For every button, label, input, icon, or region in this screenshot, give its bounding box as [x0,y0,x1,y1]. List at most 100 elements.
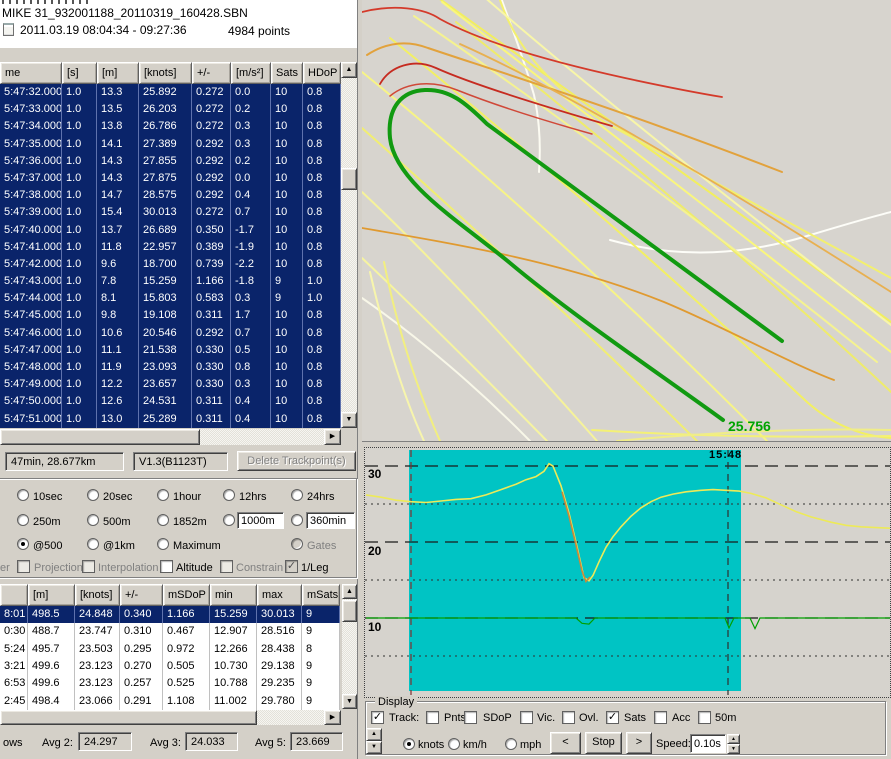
table-row[interactable]: 5:47:49.0001.012.223.6570.3300.3100.8 [0,376,341,393]
table-row[interactable]: 5:47:50.0001.012.624.5310.3110.4100.8 [0,393,341,410]
col-header-ms2[interactable]: [m/s²] [231,62,271,84]
runs-col-knots[interactable]: [knots] [75,584,120,606]
radio-gates[interactable] [291,538,303,550]
radio-1852m-label[interactable]: 1852m [173,516,207,528]
col-header-plusminus[interactable]: +/- [192,62,231,84]
radio-250m-label[interactable]: 250m [33,516,61,528]
table-row[interactable]: 5:47:45.0001.09.819.1080.3111.7100.8 [0,307,341,324]
mph-radio[interactable] [505,738,517,750]
radio-20sec-label[interactable]: 20sec [103,491,132,503]
runs-horizontal-scrollbar-thumb[interactable] [0,710,257,725]
radio-maximum-label[interactable]: Maximum [173,540,221,552]
knots-radio-label[interactable]: knots [418,739,444,751]
interpolation-checkbox[interactable] [82,560,95,573]
table-row[interactable]: 3:21499.623.1230.2700.50510.73029.1389 [0,658,340,675]
vic-checkbox-label[interactable]: Vic. [537,712,555,724]
table-row[interactable]: 5:47:38.0001.014.728.5750.2920.4100.8 [0,187,341,204]
track-map[interactable]: 25.756 [362,0,891,441]
radio-10sec-label[interactable]: 10sec [33,491,62,503]
sdop-checkbox-label[interactable]: SDoP [483,712,512,724]
radio-1hour-label[interactable]: 1hour [173,491,201,503]
table-row[interactable]: 5:47:46.0001.010.620.5460.2920.7100.8 [0,325,341,342]
custom-distance-input[interactable] [237,512,284,529]
kmh-radio-label[interactable]: km/h [463,739,487,751]
custom-time-input[interactable] [306,512,355,529]
scroll-right-button[interactable]: ▶ [324,429,341,445]
pnts-checkbox[interactable] [426,711,439,724]
col-header-time[interactable]: me [0,62,62,84]
table-row[interactable]: 5:47:44.0001.08.115.8030.5830.391.0 [0,290,341,307]
table-row[interactable]: 5:47:32.0001.013.325.8920.2720.0100.8 [0,84,341,101]
constrain-label[interactable]: Constrain [236,562,283,574]
kmh-radio[interactable] [448,738,460,750]
ovl-checkbox[interactable] [562,711,575,724]
fiftym-checkbox-label[interactable]: 50m [715,712,736,724]
table-row[interactable]: 5:47:34.0001.013.826.7860.2720.3100.8 [0,118,341,135]
col-header-m[interactable]: [m] [97,62,139,84]
runs-col-time[interactable] [0,584,28,606]
vertical-scrollbar-track[interactable] [341,78,357,412]
radio-250m[interactable] [17,514,29,526]
table-row[interactable]: 8:01498.524.8480.3401.16615.25930.0139 [0,606,340,623]
col-header-knots[interactable]: [knots] [139,62,192,84]
table-row[interactable]: 5:47:36.0001.014.327.8550.2920.2100.8 [0,153,341,170]
table-row[interactable]: 5:47:51.0001.013.025.2890.3110.4100.8 [0,411,341,428]
table-row[interactable]: 6:53499.623.1230.2570.52510.78829.2359 [0,675,340,692]
runs-col-min[interactable]: min [210,584,257,606]
runs-col-max[interactable]: max [257,584,302,606]
radio-custom-time[interactable] [291,514,303,526]
runs-scroll-up-button[interactable]: ▲ [342,584,357,599]
table-row[interactable]: 5:47:35.0001.014.127.3890.2920.3100.8 [0,136,341,153]
radio-at500-label[interactable]: @500 [33,540,63,552]
radio-1852m[interactable] [157,514,169,526]
table-row[interactable]: 5:47:40.0001.013.726.6890.350-1.7100.8 [0,222,341,239]
table-row[interactable]: 2:45498.423.0660.2911.10811.00229.7809 [0,693,340,710]
one-per-leg-label[interactable]: 1/Leg [301,562,329,574]
sats-checkbox-label[interactable]: Sats [624,712,646,724]
table-row[interactable]: 5:47:42.0001.09.618.7000.739-2.2100.8 [0,256,341,273]
radio-12hrs[interactable] [223,489,235,501]
radio-custom-distance[interactable] [223,514,235,526]
vic-checkbox[interactable] [520,711,533,724]
radio-gates-label[interactable]: Gates [307,540,336,552]
table-row[interactable]: 5:47:39.0001.015.430.0130.2720.7100.8 [0,204,341,221]
radio-at1km[interactable] [87,538,99,550]
table-row[interactable]: 5:24495.723.5030.2950.97212.26628.4388 [0,641,340,658]
knots-radio[interactable] [403,738,415,750]
zoom-spin-down-button[interactable]: ▼ [366,741,382,754]
stop-button[interactable]: Stop [585,732,622,754]
runs-scroll-down-button[interactable]: ▼ [342,694,357,709]
radio-24hrs-label[interactable]: 24hrs [307,491,335,503]
table-row[interactable]: 5:47:47.0001.011.121.5380.3300.5100.8 [0,342,341,359]
horizontal-scrollbar-thumb[interactable] [0,429,200,445]
runs-vertical-scrollbar-thumb[interactable] [342,600,357,622]
track-checkbox-label[interactable]: Track: [389,712,419,724]
mph-radio-label[interactable]: mph [520,739,541,751]
interpolation-label[interactable]: Interpolation [98,562,159,574]
table-row[interactable]: 5:47:43.0001.07.815.2591.166-1.891.0 [0,273,341,290]
radio-500m[interactable] [87,514,99,526]
projection-label[interactable]: Projection [34,562,83,574]
acc-checkbox[interactable] [654,711,667,724]
ovl-checkbox-label[interactable]: Ovl. [579,712,599,724]
radio-12hrs-label[interactable]: 12hrs [239,491,267,503]
runs-col-m[interactable]: [m] [28,584,75,606]
zoom-spin-up-button[interactable]: ▲ [366,728,382,741]
table-row[interactable]: 5:47:37.0001.014.327.8750.2920.0100.8 [0,170,341,187]
fiftym-checkbox[interactable] [698,711,711,724]
table-row[interactable]: 5:47:41.0001.011.822.9570.389-1.9100.8 [0,239,341,256]
runs-scroll-right-button[interactable]: ▶ [324,710,341,725]
table-row[interactable]: 5:47:33.0001.013.526.2030.2720.2100.8 [0,101,341,118]
step-back-button[interactable]: < [550,732,581,754]
constrain-checkbox[interactable] [220,560,233,573]
radio-at500[interactable] [17,538,29,550]
vertical-scrollbar-thumb[interactable] [341,168,357,190]
track-checkbox[interactable] [371,711,384,724]
speed-spin-down-button[interactable]: ▼ [727,744,740,754]
radio-at1km-label[interactable]: @1km [103,540,135,552]
acc-checkbox-label[interactable]: Acc [672,712,690,724]
replay-speed-input[interactable] [690,734,726,753]
col-header-s[interactable]: [s] [62,62,97,84]
sdop-checkbox[interactable] [464,711,477,724]
table-row[interactable]: 5:47:48.0001.011.923.0930.3300.8100.8 [0,359,341,376]
